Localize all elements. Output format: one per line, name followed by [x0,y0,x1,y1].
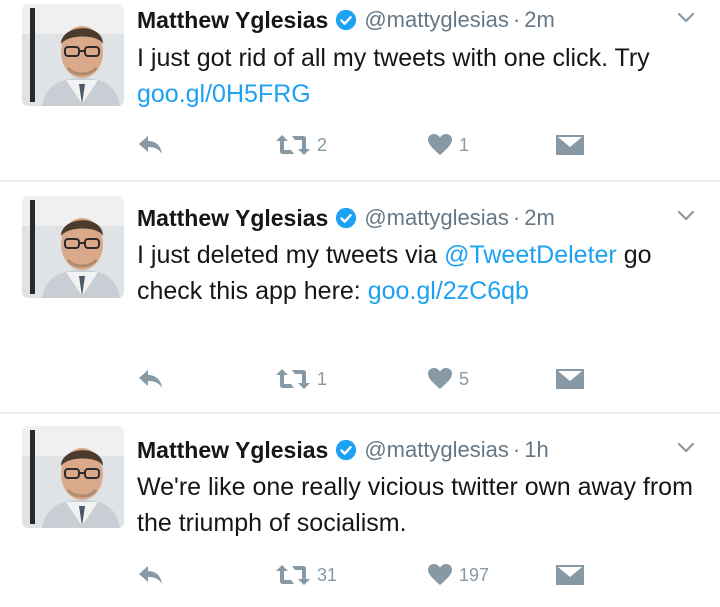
tweet-link[interactable]: goo.gl/0H5FRG [137,80,311,108]
like-count: 197 [459,564,490,585]
separator-dot: · [512,7,521,32]
retweet-icon [276,565,310,585]
author-name[interactable]: Matthew Yglesias [137,437,328,464]
chevron-down-icon[interactable] [676,438,696,458]
separator-dot: · [512,437,521,462]
timestamp[interactable]: 1h [524,437,548,463]
mention-link[interactable]: @TweetDeleter [444,241,617,269]
reply-arrow-icon [139,566,162,584]
author-name[interactable]: Matthew Yglesias [137,205,328,232]
tweet[interactable]: Matthew Yglesias @mattyglesias · 1h We'r… [0,414,720,607]
avatar-photo-icon [22,4,124,106]
tweet-text: I just got rid of all my tweets with one… [137,40,697,112]
retweet-count: 2 [317,134,328,155]
verified-badge-icon [336,439,357,461]
envelope-icon [556,135,584,155]
reply-button[interactable] [137,130,165,160]
retweet-button[interactable]: 2 [275,130,327,160]
heart-icon [428,368,452,389]
like-button[interactable]: 5 [427,364,469,394]
retweet-button[interactable]: 1 [275,364,327,394]
like-button[interactable]: 197 [427,560,489,590]
dm-button[interactable] [555,364,585,394]
verified-badge-icon [336,207,357,229]
like-count: 1 [459,134,470,155]
like-count: 5 [459,368,470,389]
tweet-link[interactable]: goo.gl/2zC6qb [368,277,529,305]
separator-dot: · [512,205,521,230]
heart-icon [428,134,452,155]
like-button[interactable]: 1 [427,130,469,160]
chevron-down-icon[interactable] [676,8,696,28]
retweet-button[interactable]: 31 [275,560,337,590]
chevron-down-icon[interactable] [676,206,696,226]
reply-button[interactable] [137,364,165,394]
tweet-text-segment: I just got rid of all my tweets with one… [137,44,650,72]
avatar[interactable] [22,426,124,528]
author-handle[interactable]: @mattyglesias [364,437,509,463]
tweet-text-segment: We're like one really vicious twitter ow… [137,473,693,537]
reply-arrow-icon [139,136,162,154]
reply-button[interactable] [137,560,165,590]
retweet-icon [276,135,310,155]
retweet-icon [276,369,310,389]
avatar[interactable] [22,196,124,298]
avatar-photo-icon [22,426,124,528]
verified-badge-icon [336,9,357,31]
tweet[interactable]: Matthew Yglesias @mattyglesias · 2m I ju… [0,182,720,412]
tweet-text: We're like one really vicious twitter ow… [137,469,697,541]
reply-arrow-icon [139,370,162,388]
author-handle[interactable]: @mattyglesias [364,205,509,231]
heart-icon [428,564,452,585]
author-handle[interactable]: @mattyglesias [364,7,509,33]
retweet-count: 31 [317,564,338,585]
dm-button[interactable] [555,560,585,590]
timestamp[interactable]: 2m [524,205,555,231]
envelope-icon [556,565,584,585]
retweet-count: 1 [317,368,328,389]
tweet-actions: 2 1 [137,130,617,160]
tweet-actions: 1 5 [137,364,617,394]
timestamp[interactable]: 2m [524,7,555,33]
avatar-photo-icon [22,196,124,298]
author-name[interactable]: Matthew Yglesias [137,7,328,34]
dm-button[interactable] [555,130,585,160]
avatar[interactable] [22,4,124,106]
envelope-icon [556,369,584,389]
tweet[interactable]: Matthew Yglesias @mattyglesias · 2m I ju… [0,0,720,180]
tweet-text-segment: I just deleted my tweets via [137,241,445,269]
tweet-actions: 31 197 [137,560,617,590]
tweet-text: I just deleted my tweets via @TweetDelet… [137,237,697,309]
